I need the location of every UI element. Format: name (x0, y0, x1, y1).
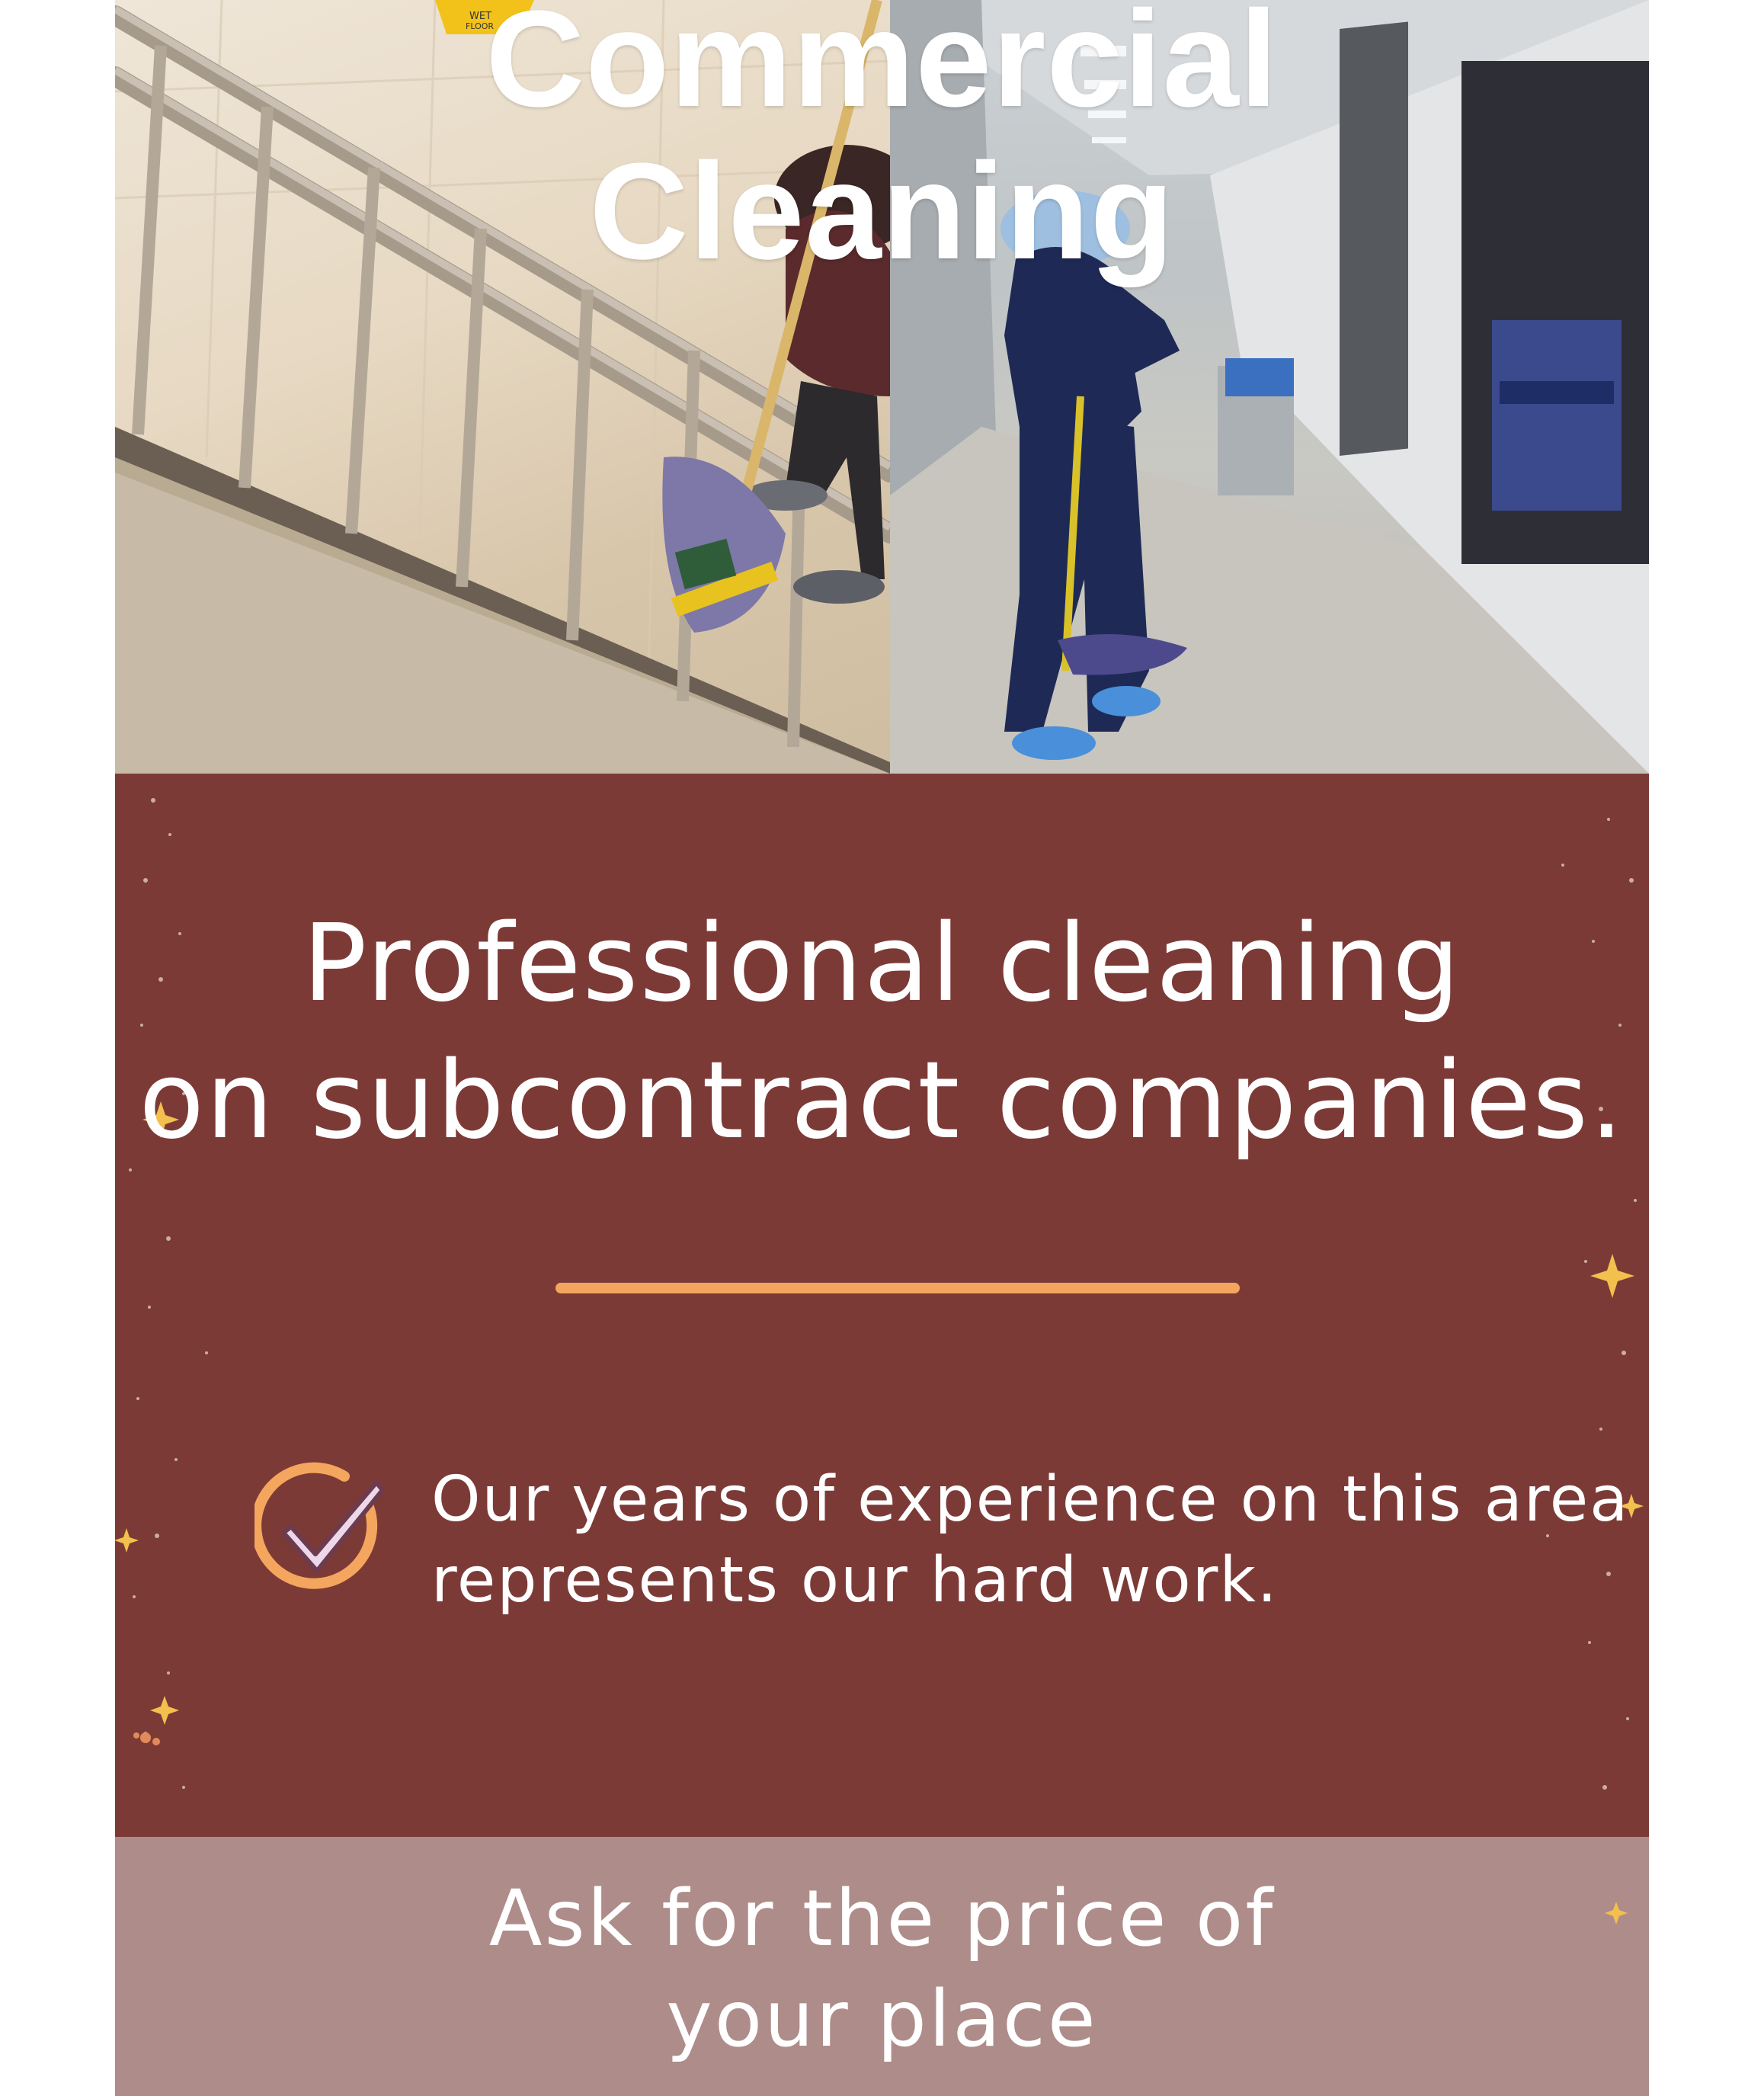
info-panel: Professional cleaning on subcontract com… (115, 774, 1649, 1837)
hero-title: Commercial Cleaning (115, 0, 1649, 288)
hero-photos: WET FLOOR Commercial Cleaning (115, 0, 1649, 774)
headline: Professional cleaning on subcontract com… (115, 896, 1649, 1170)
hero-title-line2: Cleaning (589, 135, 1175, 288)
price-line1: Ask for the price of (488, 1873, 1276, 1964)
experience-text: Our years of experience on this area rep… (431, 1460, 1630, 1621)
check-circle-icon (255, 1462, 385, 1589)
price-line2: your place (666, 1974, 1098, 2065)
headline-line1: Professional cleaning (303, 902, 1461, 1026)
hero-title-line1: Commercial (485, 0, 1279, 136)
price-text: Ask for the price of your place (115, 1869, 1649, 2070)
experience-line2: represents our hard work. (431, 1544, 1279, 1617)
headline-line2: on subcontract companies. (139, 1039, 1625, 1163)
sparkle-icon (1605, 1902, 1628, 1925)
flyer: WET FLOOR Commercial Cleaning Profession… (115, 0, 1649, 2096)
accent-divider (555, 1283, 1240, 1293)
experience-line1: Our years of experience on this area (431, 1463, 1630, 1536)
price-call-to-action[interactable]: Ask for the price of your place (115, 1837, 1649, 2096)
